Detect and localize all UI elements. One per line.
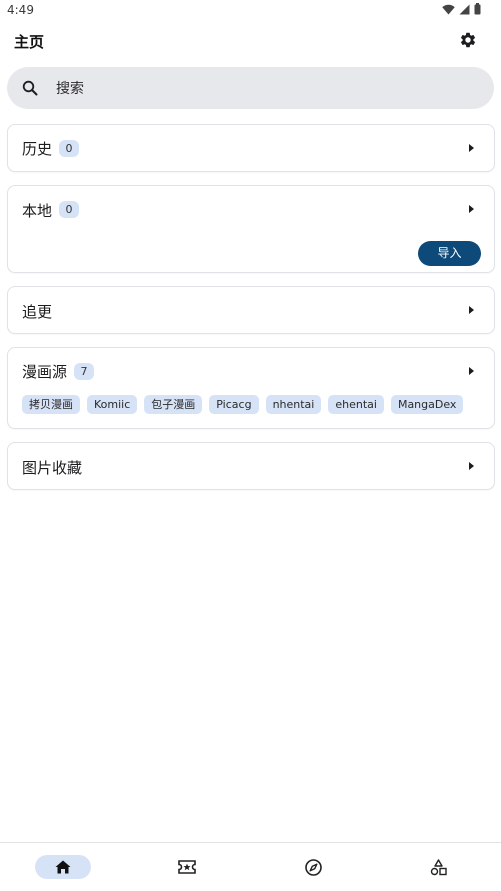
search-bar[interactable] bbox=[7, 67, 494, 109]
nav-home[interactable] bbox=[35, 855, 91, 879]
home-page: 4:49 主页 历史 bbox=[0, 0, 501, 891]
wifi-icon bbox=[442, 4, 455, 14]
updates-card[interactable]: 追更 bbox=[7, 286, 495, 334]
source-tag[interactable]: 包子漫画 bbox=[144, 395, 203, 414]
compass-icon bbox=[304, 858, 322, 876]
source-tags: 拷贝漫画 Komiic 包子漫画 Picacg nhentai ehentai … bbox=[22, 395, 464, 414]
status-time: 4:49 bbox=[7, 3, 34, 17]
chevron-right-icon bbox=[469, 306, 474, 314]
local-count-badge: 0 bbox=[59, 201, 79, 218]
battery-icon bbox=[474, 3, 481, 15]
page-title: 主页 bbox=[14, 33, 45, 51]
chevron-right-icon bbox=[469, 462, 474, 470]
settings-button[interactable] bbox=[457, 29, 479, 51]
chevron-right-icon bbox=[469, 205, 474, 213]
local-card[interactable]: 本地 0 导入 bbox=[7, 185, 495, 273]
chevron-right-icon bbox=[469, 144, 474, 152]
history-card[interactable]: 历史 0 bbox=[7, 124, 495, 172]
ticket-star-icon bbox=[178, 860, 196, 874]
app-bar: 主页 bbox=[0, 24, 501, 60]
nav-categories[interactable] bbox=[410, 855, 466, 879]
shapes-icon bbox=[430, 858, 447, 875]
source-tag[interactable]: 拷贝漫画 bbox=[22, 395, 80, 414]
nav-subscriptions[interactable] bbox=[159, 855, 215, 879]
gear-icon bbox=[460, 32, 476, 48]
import-button[interactable]: 导入 bbox=[418, 241, 481, 266]
signal-icon bbox=[459, 4, 470, 14]
nav-explore[interactable] bbox=[285, 855, 341, 879]
source-tag[interactable]: MangaDex bbox=[390, 395, 464, 414]
history-title: 历史 bbox=[22, 140, 53, 158]
updates-title: 追更 bbox=[22, 303, 53, 321]
history-count-badge: 0 bbox=[59, 140, 79, 157]
sources-title: 漫画源 bbox=[22, 363, 68, 381]
image-favorites-title: 图片收藏 bbox=[22, 459, 83, 477]
source-tag[interactable]: Komiic bbox=[87, 395, 138, 414]
home-icon bbox=[55, 860, 71, 874]
sources-card[interactable]: 漫画源 7 拷贝漫画 Komiic 包子漫画 Picacg nhentai eh… bbox=[7, 347, 495, 429]
source-tag[interactable]: ehentai bbox=[328, 395, 384, 414]
status-icons bbox=[442, 3, 481, 15]
search-icon bbox=[22, 80, 38, 96]
chevron-right-icon bbox=[469, 367, 474, 375]
sources-count-badge: 7 bbox=[74, 363, 94, 380]
image-favorites-card[interactable]: 图片收藏 bbox=[7, 442, 495, 490]
source-tag[interactable]: Picacg bbox=[209, 395, 259, 414]
status-bar: 4:49 bbox=[0, 0, 501, 20]
local-title: 本地 bbox=[22, 202, 53, 220]
source-tag[interactable]: nhentai bbox=[265, 395, 322, 414]
search-input[interactable] bbox=[54, 78, 478, 100]
bottom-navigation bbox=[0, 842, 501, 891]
